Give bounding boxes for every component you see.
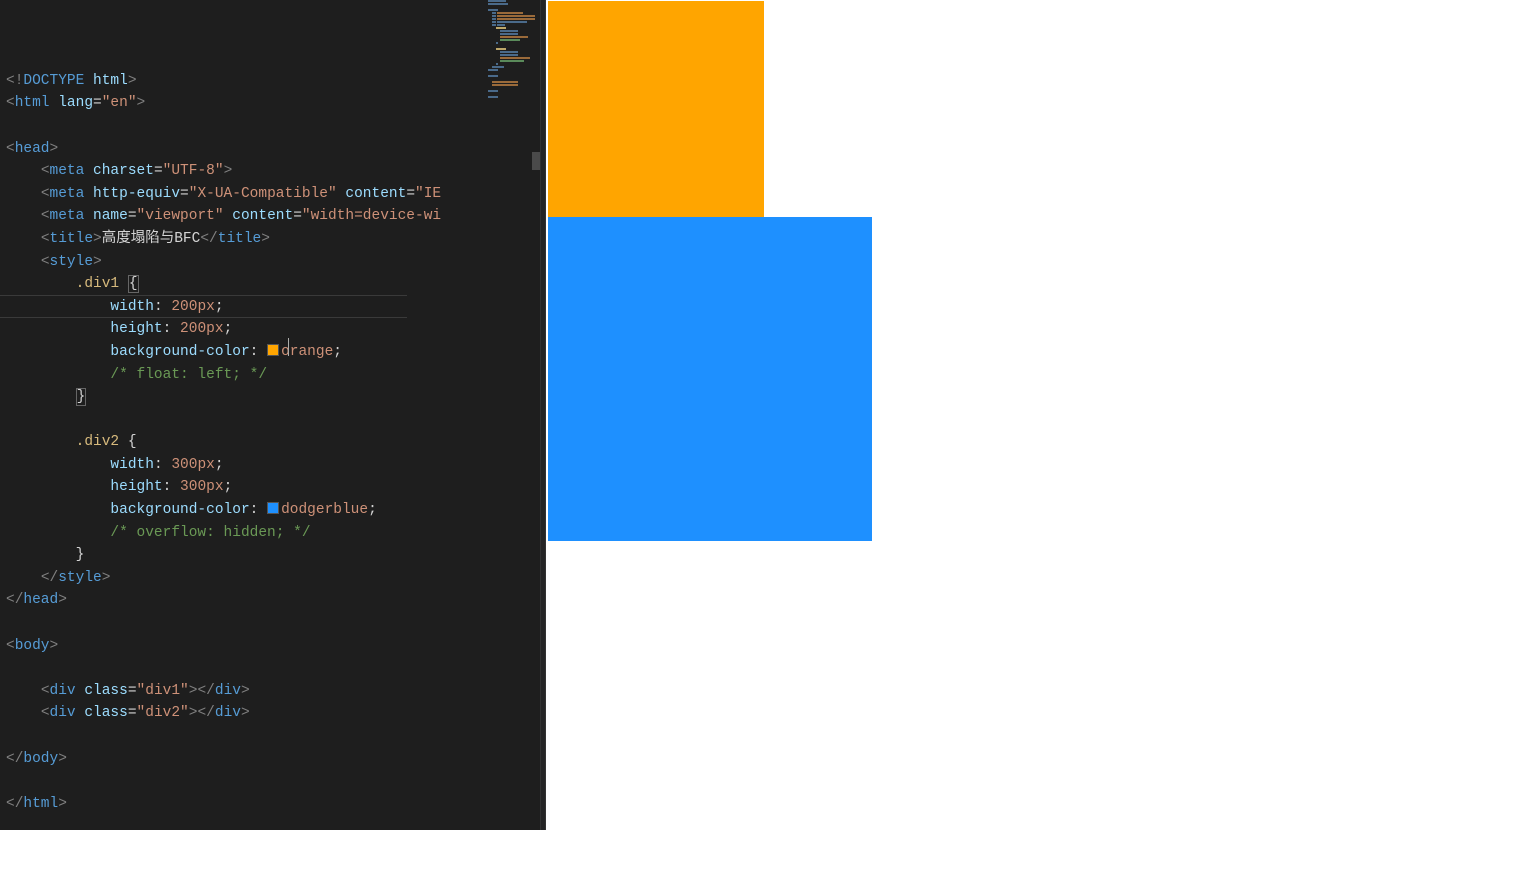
css-comment: /* float: left; */ [110,367,267,383]
preview-pane [546,0,1520,830]
css-selector-div2: .div2 [76,434,120,450]
code-content[interactable]: <!DOCTYPE html> <html lang="en"> <head> … [0,0,485,830]
doctype-keyword: DOCTYPE [23,73,84,89]
css-comment: /* overflow: hidden; */ [110,525,310,541]
minimap[interactable] [485,0,540,830]
css-selector-div1: .div1 [76,276,120,292]
color-swatch-blue[interactable] [267,502,279,514]
title-text: 高度塌陷与BFC [102,231,201,247]
code-editor-pane[interactable]: <!DOCTYPE html> <html lang="en"> <head> … [0,0,540,830]
color-swatch-orange[interactable] [267,344,279,356]
preview-box-orange [548,1,764,217]
minimap-content [488,0,538,99]
preview-box-blue [548,217,872,541]
scroll-handle[interactable] [532,152,540,170]
